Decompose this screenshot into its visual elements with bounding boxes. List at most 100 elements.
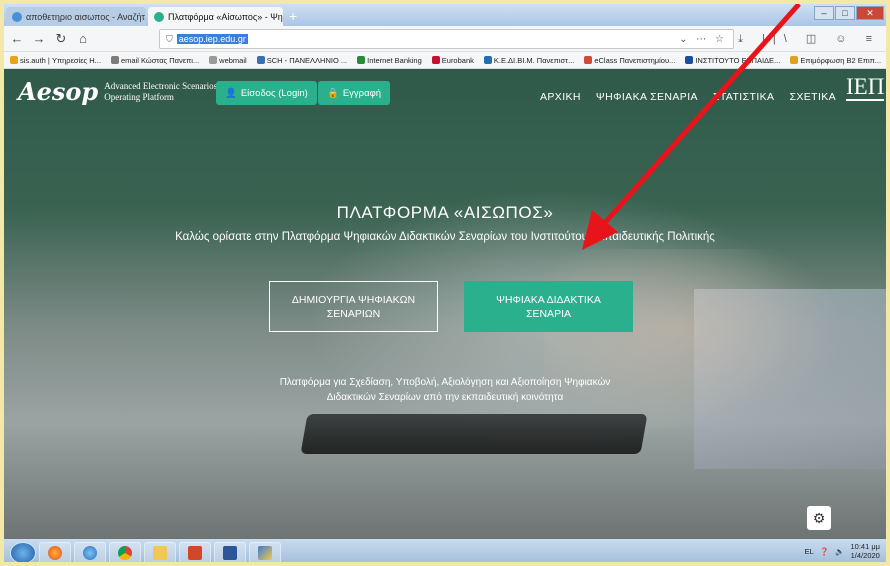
paint-icon	[258, 545, 272, 560]
nav-digital-scenarios[interactable]: ΨΗΦΙΑΚΑ ΣΕΝΑΡΙΑ	[596, 91, 698, 103]
iep-logo[interactable]: ΙΕΠ	[846, 75, 885, 101]
language-indicator[interactable]: EL	[805, 547, 814, 556]
register-label: Εγγραφή	[342, 87, 382, 99]
bookmark-label: Eurobank	[441, 55, 474, 65]
logo-subtitle: Advanced Electronic Scenarios Operating P…	[104, 81, 217, 103]
digital-scenarios-button[interactable]: ΨΗΦΙΑΚΑ ΔΙΔΑΚΤΙΚΑ ΣΕΝΑΡΙΑ	[464, 281, 633, 332]
powerpoint-icon	[188, 545, 202, 560]
hero-tagline: Πλατφόρμα για Σχεδίαση, Υποβολή, Αξιολόγ…	[4, 375, 886, 405]
bookmark-favicon-icon	[483, 55, 492, 64]
bookmark-item[interactable]: sis.auth | Υπηρεσίες Η...	[10, 55, 101, 65]
home-icon[interactable]: ⌂	[74, 31, 92, 46]
word-icon	[223, 545, 237, 560]
forward-icon[interactable]: →	[30, 31, 48, 46]
bookmark-favicon-icon	[209, 55, 218, 64]
folder-icon	[153, 545, 167, 560]
page-actions-icon[interactable]: ⌄ ⋯ ☆	[679, 34, 727, 45]
bookmark-favicon-icon	[790, 55, 799, 64]
taskbar-explorer[interactable]	[74, 541, 106, 562]
bookmark-favicon-icon	[110, 55, 119, 64]
screen-frame: αποθετηριο αισωπος - Αναζήτ ✕ Πλατφόρμα …	[0, 0, 890, 566]
tagline-line-2: Διδακτικών Σεναρίων από την εκπαιδευτική…	[326, 392, 564, 403]
reload-icon[interactable]: ↻	[52, 31, 70, 47]
taskbar-word[interactable]	[214, 541, 246, 562]
help-icon[interactable]: ❓	[820, 547, 829, 556]
hero-title: ΠΛΑΤΦΟΡΜΑ «ΑΙΣΩΠΟΣ»	[336, 203, 554, 222]
bookmark-favicon-icon	[584, 55, 593, 64]
tab-search[interactable]: αποθετηριο αισωπος - Αναζήτ ✕	[6, 7, 146, 26]
taskbar-paint[interactable]	[249, 541, 281, 562]
clock-time: 10:41 μμ	[850, 542, 881, 551]
bookmark-favicon-icon	[431, 55, 440, 64]
bookmark-item[interactable]: SCH - ΠΑΝΕΛΛΗΝΙΟ ...	[256, 55, 348, 65]
bookmark-favicon-icon	[256, 55, 265, 64]
toolbar-right-icons[interactable]: ⤓ ||\ ◫ ☺ ≡	[738, 32, 880, 46]
logo-line-1: Advanced Electronic Scenarios	[104, 80, 218, 91]
bookmarks-bar: sis.auth | Υπηρεσίες Η... email Κώστας Π…	[4, 52, 886, 69]
nav-statistics[interactable]: ΣΤΑΤΙΣΤΙΚΑ	[713, 91, 775, 103]
maximize-icon[interactable]: □	[835, 6, 855, 20]
bookmark-label: eClass Πανεπιστημίου...	[594, 55, 676, 65]
taskbar-folder[interactable]	[144, 541, 176, 562]
site-logo[interactable]: Aesop Advanced Electronic Scenarios Opera…	[18, 77, 217, 106]
bookmark-label: sis.auth | Υπηρεσίες Η...	[20, 55, 101, 65]
bookmark-item[interactable]: webmail	[209, 55, 247, 65]
taskbar-firefox[interactable]	[39, 541, 71, 562]
address-bar[interactable]: ⛉ aesop.iep.edu.gr ⌄ ⋯ ☆	[159, 29, 734, 49]
logo-line-2: Operating Platform	[104, 91, 174, 102]
shield-icon: ⛉	[166, 33, 173, 44]
start-button[interactable]	[10, 541, 36, 562]
login-button[interactable]: 👤 Είσοδος (Login)	[216, 81, 317, 105]
bookmark-label: Επιμόρφωση Β2 Επιπ...	[800, 55, 882, 65]
bookmark-favicon-icon	[685, 55, 694, 64]
internet-explorer-icon	[83, 545, 97, 560]
tab-aesop[interactable]: Πλατφόρμα «Αίσωπος» - Ψηφι ✕	[148, 7, 283, 26]
hero-subtitle: Καλώς ορίσατε στην Πλατφόρμα Ψηφιακών Δι…	[175, 231, 715, 243]
aesop-favicon-icon	[154, 11, 164, 22]
chrome-icon	[118, 545, 132, 560]
taskbar-chrome[interactable]	[109, 541, 141, 562]
bookmark-item[interactable]: Επιμόρφωση Β2 Επιπ...	[790, 55, 882, 65]
bookmark-item[interactable]: email Κώστας Πανεπι...	[110, 55, 200, 65]
login-label: Είσοδος (Login)	[240, 87, 308, 99]
tab-label: αποθετηριο αισωπος - Αναζήτ	[26, 11, 145, 22]
browser-toolbar: ← → ↻ ⌂ ⛉ aesop.iep.edu.gr ⌄ ⋯ ☆ ⤓ ||\ ◫…	[4, 26, 886, 52]
web-page: Aesop Advanced Electronic Scenarios Opera…	[4, 69, 886, 539]
browser-tabstrip: αποθετηριο αισωπος - Αναζήτ ✕ Πλατφόρμα …	[4, 4, 886, 26]
bookmark-favicon-icon	[10, 55, 18, 64]
bookmark-item[interactable]: ΙΝΣΤΙΤΟΥΤΟ ΕΚΠΑΙΔΕ...	[685, 55, 781, 65]
bookmark-label: webmail	[219, 55, 247, 65]
bookmark-label: email Κώστας Πανεπι...	[120, 55, 200, 65]
clock-date: 1/4/2020	[850, 551, 880, 560]
bookmark-label: ΙΝΣΤΙΤΟΥΤΟ ΕΚΠΑΙΔΕ...	[695, 55, 781, 65]
bookmark-item[interactable]: Eurobank	[431, 55, 474, 65]
taskbar-powerpoint[interactable]	[179, 541, 211, 562]
system-tray: EL ❓ 🔈 10:41 μμ 1/4/2020	[805, 542, 880, 560]
user-icon: 👤	[225, 87, 237, 99]
url-text: aesop.iep.edu.gr	[176, 34, 248, 44]
bookmark-favicon-icon	[357, 55, 366, 64]
settings-gear-icon[interactable]: ⚙	[807, 506, 831, 530]
bookmark-item[interactable]: Κ.Ε.ΔΙ.ΒΙ.Μ. Πανεπιστ...	[483, 55, 575, 65]
minimize-icon[interactable]: –	[814, 6, 834, 20]
volume-icon[interactable]: 🔈	[835, 547, 844, 556]
bookmark-item[interactable]: eClass Πανεπιστημίου...	[584, 55, 676, 65]
background-tablet	[300, 414, 648, 454]
back-icon[interactable]: ←	[8, 31, 26, 46]
tagline-line-1: Πλατφόρμα για Σχεδίαση, Υποβολή, Αξιολόγ…	[279, 377, 611, 388]
close-window-icon[interactable]: ✕	[856, 6, 884, 20]
main-nav: ΑΡΧΙΚΗ ΨΗΦΙΑΚΑ ΣΕΝΑΡΙΑ ΣΤΑΤΙΣΤΙΚΑ ΣΧΕΤΙΚ…	[540, 91, 836, 103]
create-scenarios-button[interactable]: ΔΗΜΙΟΥΡΓΙΑ ΨΗΦΙΑΚΩΝ ΣΕΝΑΡΙΩΝ	[269, 281, 438, 332]
nav-about[interactable]: ΣΧΕΤΙΚΑ	[789, 91, 836, 103]
new-tab-icon[interactable]: +	[289, 8, 297, 24]
nav-home[interactable]: ΑΡΧΙΚΗ	[540, 91, 581, 103]
clock[interactable]: 10:41 μμ 1/4/2020	[851, 542, 881, 560]
bookmark-label: Κ.Ε.ΔΙ.ΒΙ.Μ. Πανεπιστ...	[493, 55, 575, 65]
tab-label: Πλατφόρμα «Αίσωπος» - Ψηφι	[168, 11, 283, 22]
window-controls: – □ ✕	[814, 6, 884, 20]
bookmark-label: SCH - ΠΑΝΕΛΛΗΝΙΟ ...	[266, 55, 348, 65]
bookmark-item[interactable]: Internet Banking	[357, 55, 422, 65]
register-button[interactable]: 🔒 Εγγραφή	[318, 81, 391, 105]
search-favicon-icon	[12, 11, 22, 22]
close-tab-icon[interactable]: ✕	[145, 11, 146, 22]
